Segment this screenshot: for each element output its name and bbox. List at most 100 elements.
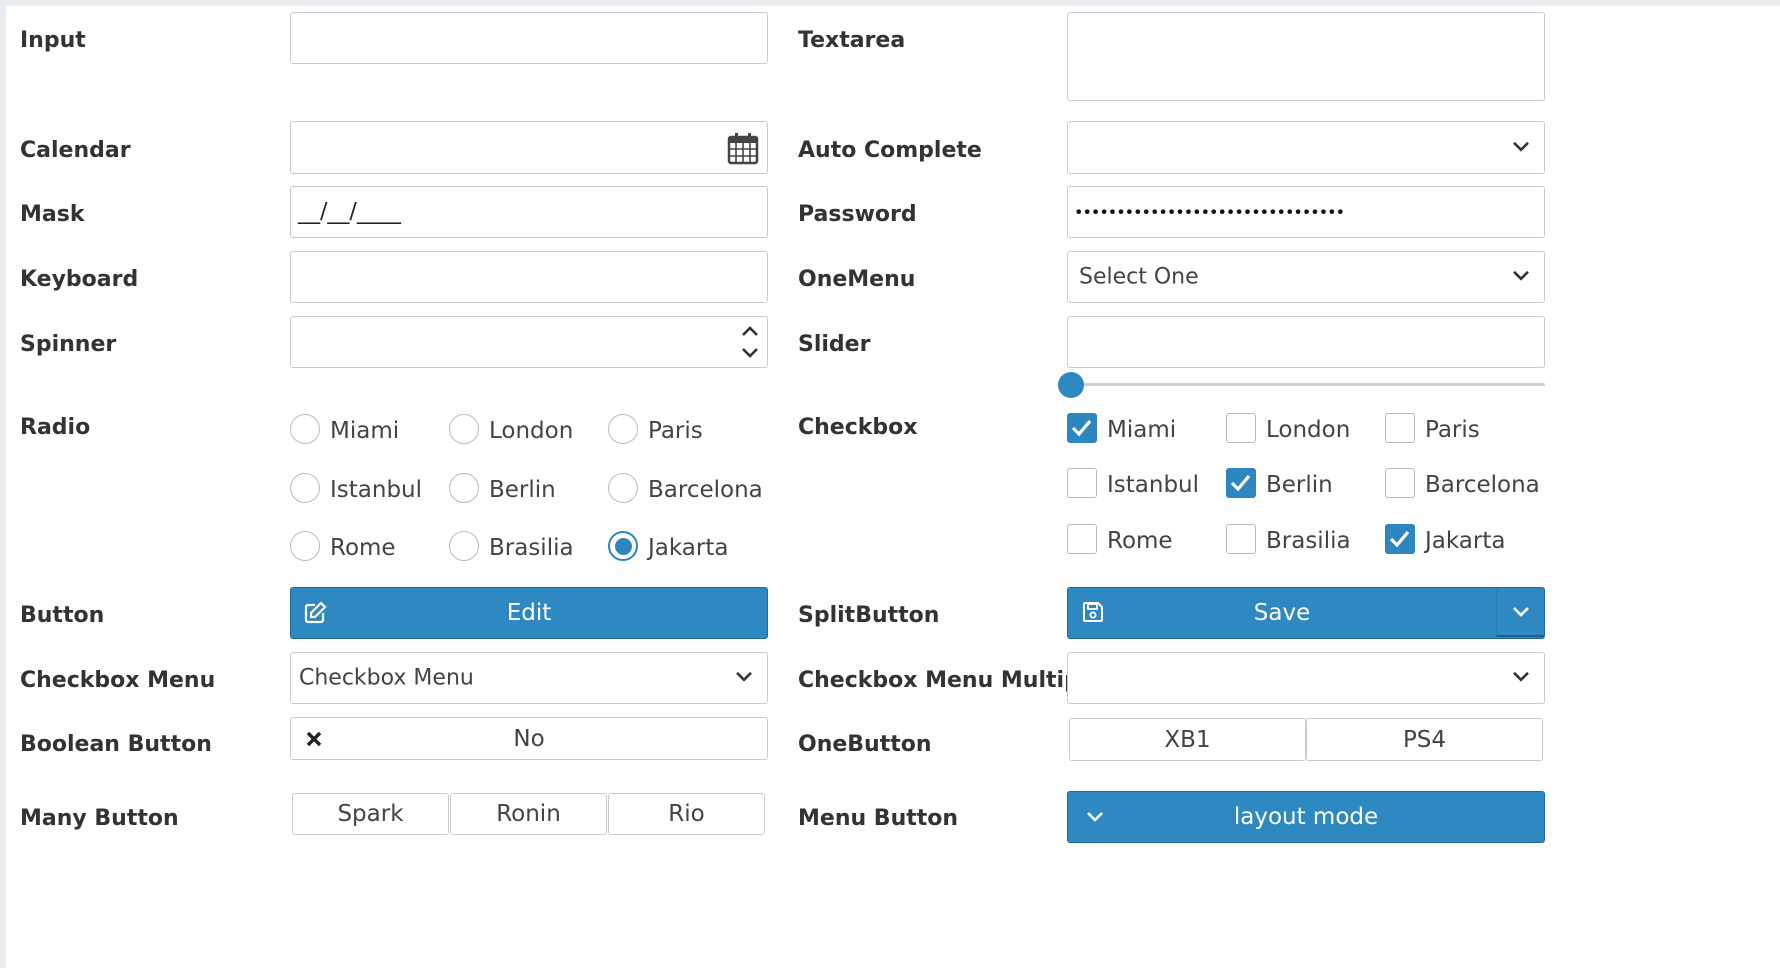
radio-rome[interactable]: [290, 531, 320, 561]
input-label: Input: [20, 28, 86, 53]
edit-button[interactable]: Edit: [290, 587, 768, 639]
onemenu-label: OneMenu: [798, 267, 916, 292]
spinner-label: Spinner: [20, 332, 117, 357]
chevron-down-icon: [1513, 607, 1529, 617]
radio-brasilia[interactable]: [449, 531, 479, 561]
many-button-label: Many Button: [20, 806, 179, 831]
checkbox-option-label: London: [1266, 417, 1351, 443]
manybutton-option-label: Rio: [668, 801, 705, 827]
radio-berlin[interactable]: [449, 473, 479, 503]
radio-option-label: Istanbul: [330, 477, 423, 503]
chevron-down-icon[interactable]: [1510, 665, 1532, 687]
menu-button-label: layout mode: [1233, 804, 1379, 830]
onebutton-label: OneButton: [798, 732, 932, 757]
radio-option-label: Paris: [648, 418, 703, 444]
checkbox-option-label: Berlin: [1266, 472, 1333, 498]
checkbox-barcelona[interactable]: [1385, 468, 1415, 498]
save-button-label: Save: [1253, 600, 1311, 626]
keyboard-label: Keyboard: [20, 267, 139, 292]
checkbox-option-label: Barcelona: [1425, 472, 1540, 498]
calendar-label: Calendar: [20, 138, 131, 163]
checkbox-menu-value: Checkbox Menu: [299, 665, 474, 691]
manybutton-rio[interactable]: Rio: [608, 793, 765, 835]
calendar-input[interactable]: [290, 121, 768, 174]
checkbox-menu-label: Checkbox Menu: [20, 668, 216, 693]
split-dropdown-toggle[interactable]: [1496, 588, 1544, 637]
mask-label: Mask: [20, 202, 85, 227]
chevron-up-icon[interactable]: [739, 322, 761, 340]
checkbox-rome[interactable]: [1067, 524, 1097, 554]
menu-button-label: Menu Button: [798, 806, 959, 831]
radio-label: Radio: [20, 415, 91, 440]
check-icon: [1230, 474, 1251, 492]
password-value: ••••••••••••••••••••••••••••••••: [1074, 202, 1345, 222]
auto-complete-label: Auto Complete: [798, 138, 982, 163]
text-input[interactable]: [290, 12, 768, 64]
form-panel: Input Textarea Calendar Auto Complete Ma…: [0, 0, 1780, 968]
chevron-down-icon[interactable]: [733, 665, 755, 687]
calendar-icon[interactable]: [727, 132, 759, 165]
chevron-down-icon[interactable]: [1510, 134, 1532, 156]
checkbox-option-label: Miami: [1107, 417, 1177, 443]
slider-handle[interactable]: [1058, 372, 1084, 398]
boolean-toggle-button[interactable]: No: [290, 717, 768, 760]
password-label: Password: [798, 202, 917, 227]
onebutton-option-label: XB1: [1164, 726, 1211, 753]
checkbox-berlin[interactable]: [1226, 468, 1256, 498]
password-input[interactable]: ••••••••••••••••••••••••••••••••: [1067, 186, 1545, 238]
mask-input[interactable]: __/__/____: [290, 186, 768, 238]
checkbox-miami[interactable]: [1067, 413, 1097, 443]
check-icon: [1389, 530, 1410, 548]
splitbutton-label: SplitButton: [798, 603, 940, 628]
spinner-input[interactable]: [290, 316, 768, 368]
menu-button[interactable]: layout mode: [1067, 791, 1545, 843]
radio-option-label: Rome: [330, 535, 396, 561]
boolean-button-value: No: [513, 725, 545, 752]
auto-complete-input[interactable]: [1067, 121, 1545, 174]
radio-option-label: Jakarta: [648, 535, 729, 561]
slider-input[interactable]: [1067, 316, 1545, 368]
radio-miami[interactable]: [290, 414, 320, 444]
checkbox-menu-select[interactable]: Checkbox Menu: [290, 652, 768, 704]
save-split-button[interactable]: Save: [1067, 587, 1545, 639]
checkbox-london[interactable]: [1226, 413, 1256, 443]
onebutton-ps4[interactable]: PS4: [1306, 718, 1543, 761]
checkbox-menu-multiple-select[interactable]: [1067, 652, 1545, 704]
radio-barcelona[interactable]: [608, 473, 638, 503]
radio-option-label: London: [489, 418, 574, 444]
keyboard-input[interactable]: [290, 251, 768, 303]
chevron-down-icon[interactable]: [739, 344, 761, 362]
checkbox-option-label: Brasilia: [1266, 528, 1351, 554]
textarea-field[interactable]: [1067, 12, 1545, 101]
checkbox-istanbul[interactable]: [1067, 468, 1097, 498]
checkbox-option-label: Jakarta: [1425, 528, 1506, 554]
edit-button-label: Edit: [506, 600, 552, 626]
radio-paris[interactable]: [608, 414, 638, 444]
manybutton-option-label: Spark: [337, 801, 404, 827]
boolean-button-label: Boolean Button: [20, 732, 212, 757]
checkbox-option-label: Rome: [1107, 528, 1173, 554]
checkbox-option-label: Paris: [1425, 417, 1480, 443]
slider-track[interactable]: [1070, 383, 1545, 386]
slider-label: Slider: [798, 332, 871, 357]
textarea-label: Textarea: [798, 28, 906, 53]
check-icon: [1071, 419, 1092, 437]
onemenu-select[interactable]: Select One: [1067, 251, 1545, 303]
manybutton-ronin[interactable]: Ronin: [450, 793, 607, 835]
chevron-down-icon[interactable]: [1510, 264, 1532, 286]
checkbox-jakarta[interactable]: [1385, 524, 1415, 554]
manybutton-spark[interactable]: Spark: [292, 793, 449, 835]
radio-istanbul[interactable]: [290, 473, 320, 503]
mask-value: __/__/____: [298, 199, 401, 225]
onebutton-option-label: PS4: [1402, 726, 1447, 753]
radio-london[interactable]: [449, 414, 479, 444]
radio-jakarta[interactable]: [608, 531, 638, 561]
checkbox-label: Checkbox: [798, 415, 918, 440]
manybutton-option-label: Ronin: [496, 801, 561, 827]
checkbox-brasilia[interactable]: [1226, 524, 1256, 554]
checkbox-paris[interactable]: [1385, 413, 1415, 443]
onebutton-xb1[interactable]: XB1: [1069, 718, 1306, 761]
checkbox-menu-multiple-label: Checkbox Menu Multiple: [798, 668, 1103, 693]
checkbox-option-label: Istanbul: [1107, 472, 1200, 498]
radio-option-label: Berlin: [489, 477, 556, 503]
